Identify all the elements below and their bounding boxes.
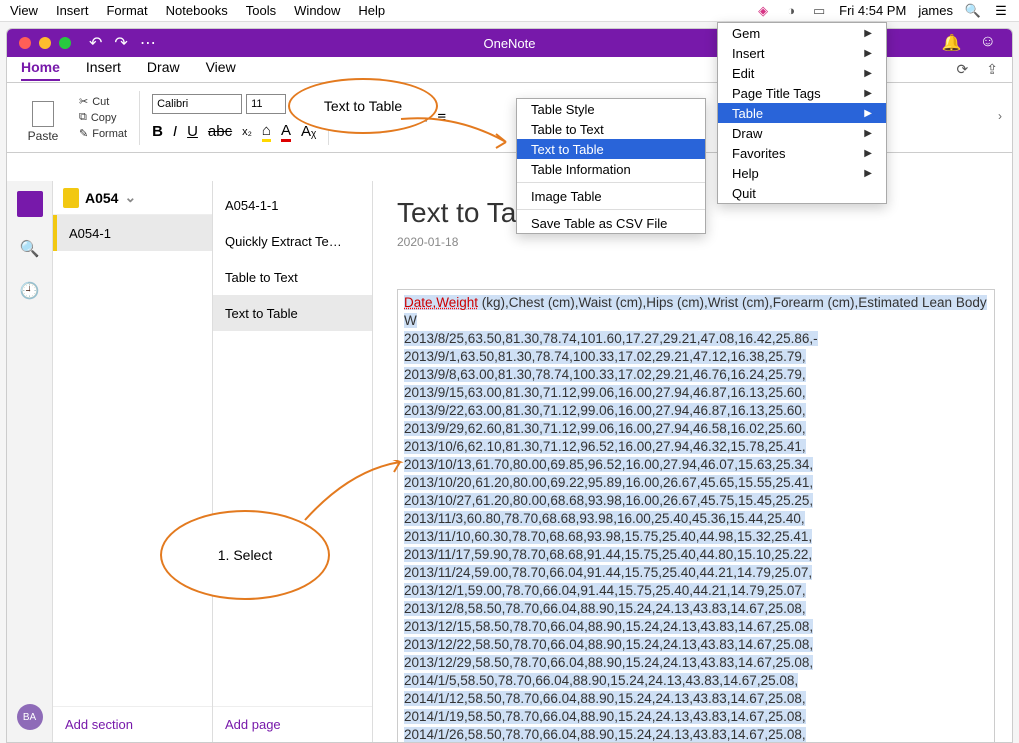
close-window-button[interactable] — [19, 37, 31, 49]
gem-menu-help[interactable]: Help▶ — [718, 163, 886, 183]
gem-menu-quit[interactable]: Quit — [718, 183, 886, 203]
submenu-image-table[interactable]: Image Table — [517, 186, 705, 206]
qat-more-icon[interactable]: ⋯ — [140, 33, 156, 53]
gem-menu-insert[interactable]: Insert▶ — [718, 43, 886, 63]
sync-icon[interactable]: ⟳ — [957, 61, 969, 78]
sections-column: A054 ⌄ A054-1 Add section — [53, 181, 213, 742]
page-date: 2020-01-18 — [397, 235, 988, 249]
submenu-table-to-text[interactable]: Table to Text — [517, 119, 705, 139]
add-section-button[interactable]: Add section — [53, 706, 212, 742]
gem-menu-gem[interactable]: Gem▶ — [718, 23, 886, 43]
submenu-arrow-icon: ▶ — [864, 68, 872, 79]
redo-icon[interactable]: ↷ — [114, 33, 127, 53]
zoom-window-button[interactable] — [59, 37, 71, 49]
submenu-text-to-table[interactable]: Text to Table — [517, 139, 705, 159]
csv-text-block[interactable]: Date,Weight (kg),Chest (cm),Waist (cm),H… — [397, 289, 995, 742]
gem-icon[interactable]: ◈ — [755, 3, 771, 19]
format-painter-button[interactable]: ✎Format — [79, 127, 127, 140]
callout-text-to-table: Text to Table — [288, 78, 438, 134]
undo-icon[interactable]: ↶ — [89, 33, 102, 53]
underline-button[interactable]: U — [187, 123, 198, 140]
font-family-select[interactable] — [152, 94, 242, 114]
page-item[interactable]: Quickly Extract Te… — [213, 223, 372, 259]
submenu-arrow-icon: ▶ — [864, 168, 872, 179]
mac-menu-help[interactable]: Help — [358, 3, 385, 18]
notifications-icon[interactable]: 🔔 — [942, 33, 962, 53]
submenu-arrow-icon: ▶ — [864, 88, 872, 99]
mac-menu-format[interactable]: Format — [106, 3, 147, 18]
gem-menu-draw[interactable]: Draw▶ — [718, 123, 886, 143]
submenu-arrow-icon: ▶ — [864, 48, 872, 59]
italic-button[interactable]: I — [173, 123, 177, 140]
section-item[interactable]: A054-1 — [53, 215, 212, 251]
brush-icon: ✎ — [79, 127, 88, 140]
submenu-save-table-as-csv-file[interactable]: Save Table as CSV File — [517, 213, 705, 233]
subscript-button[interactable]: x₂ — [242, 126, 252, 138]
mac-user[interactable]: james — [918, 3, 953, 18]
add-page-button[interactable]: Add page — [213, 706, 372, 742]
page-item[interactable]: A054-1-1 — [213, 187, 372, 223]
gem-menu-favorites[interactable]: Favorites▶ — [718, 143, 886, 163]
strike-button[interactable]: abc — [208, 123, 232, 140]
submenu-arrow-icon: ▶ — [864, 108, 872, 119]
notebooks-icon[interactable] — [17, 191, 43, 217]
share-icon[interactable]: ⇪ — [986, 61, 998, 78]
gem-menu-page-title-tags[interactable]: Page Title Tags▶ — [718, 83, 886, 103]
table-submenu: Table StyleTable to TextText to TableTab… — [516, 98, 706, 234]
window-title: OneNote — [483, 36, 535, 51]
ribbon-overflow-icon[interactable]: › — [998, 109, 1002, 123]
account-avatar[interactable]: BA — [17, 704, 43, 730]
nav-rail: 🔍 🕘 BA — [7, 181, 53, 742]
submenu-table-information[interactable]: Table Information — [517, 159, 705, 179]
submenu-arrow-icon: ▶ — [864, 128, 872, 139]
copy-button[interactable]: ⧉Copy — [79, 111, 127, 124]
control-center-icon[interactable]: ☰ — [993, 3, 1009, 19]
display-icon[interactable]: ▭ — [811, 3, 827, 19]
clock: Fri 4:54 PM — [839, 3, 906, 18]
submenu-arrow-icon: ▶ — [864, 28, 872, 39]
mac-menu-tools[interactable]: Tools — [246, 3, 276, 18]
page-item[interactable]: Text to Table — [213, 295, 372, 331]
chevron-down-icon: ⌄ — [124, 189, 136, 206]
gem-menu-table[interactable]: Table▶ — [718, 103, 886, 123]
search-icon[interactable]: 🔍 — [20, 239, 40, 259]
mac-menubar: View Insert Format Notebooks Tools Window Help… — [0, 0, 1019, 22]
bold-button[interactable]: B — [152, 123, 163, 140]
recent-icon[interactable]: 🕘 — [20, 281, 40, 301]
minimize-window-button[interactable] — [39, 37, 51, 49]
notebook-swatch-icon — [63, 188, 79, 208]
cut-button[interactable]: ✂Cut — [79, 95, 127, 108]
submenu-arrow-icon: ▶ — [864, 148, 872, 159]
tab-draw[interactable]: Draw — [147, 59, 180, 81]
emoji-icon[interactable]: ☺ — [980, 33, 996, 53]
page-canvas[interactable]: Text to Table 2020-01-18 Date,Weight (kg… — [373, 181, 1012, 742]
copy-icon: ⧉ — [79, 111, 87, 124]
mac-menu-window[interactable]: Window — [294, 3, 340, 18]
page-item[interactable]: Table to Text — [213, 259, 372, 295]
paste-button[interactable]: Paste — [23, 93, 63, 143]
tab-view[interactable]: View — [206, 59, 236, 81]
highlight-button[interactable]: ⌂ — [262, 122, 271, 142]
mac-menu-insert[interactable]: Insert — [56, 3, 89, 18]
cloud-icon[interactable]: ◑ — [783, 3, 799, 19]
gem-menu: Gem▶Insert▶Edit▶Page Title Tags▶Table▶Dr… — [717, 22, 887, 204]
tab-insert[interactable]: Insert — [86, 59, 121, 81]
gem-menu-edit[interactable]: Edit▶ — [718, 63, 886, 83]
scissors-icon: ✂ — [79, 95, 88, 108]
callout-select: 1. Select — [160, 510, 330, 600]
submenu-table-style[interactable]: Table Style — [517, 99, 705, 119]
mac-menu-view[interactable]: View — [10, 3, 38, 18]
mac-menu-notebooks[interactable]: Notebooks — [166, 3, 228, 18]
tab-home[interactable]: Home — [21, 59, 60, 81]
spotlight-icon[interactable]: 🔍 — [965, 3, 981, 19]
font-size-select[interactable] — [246, 94, 286, 114]
notebook-picker[interactable]: A054 ⌄ — [53, 181, 212, 215]
